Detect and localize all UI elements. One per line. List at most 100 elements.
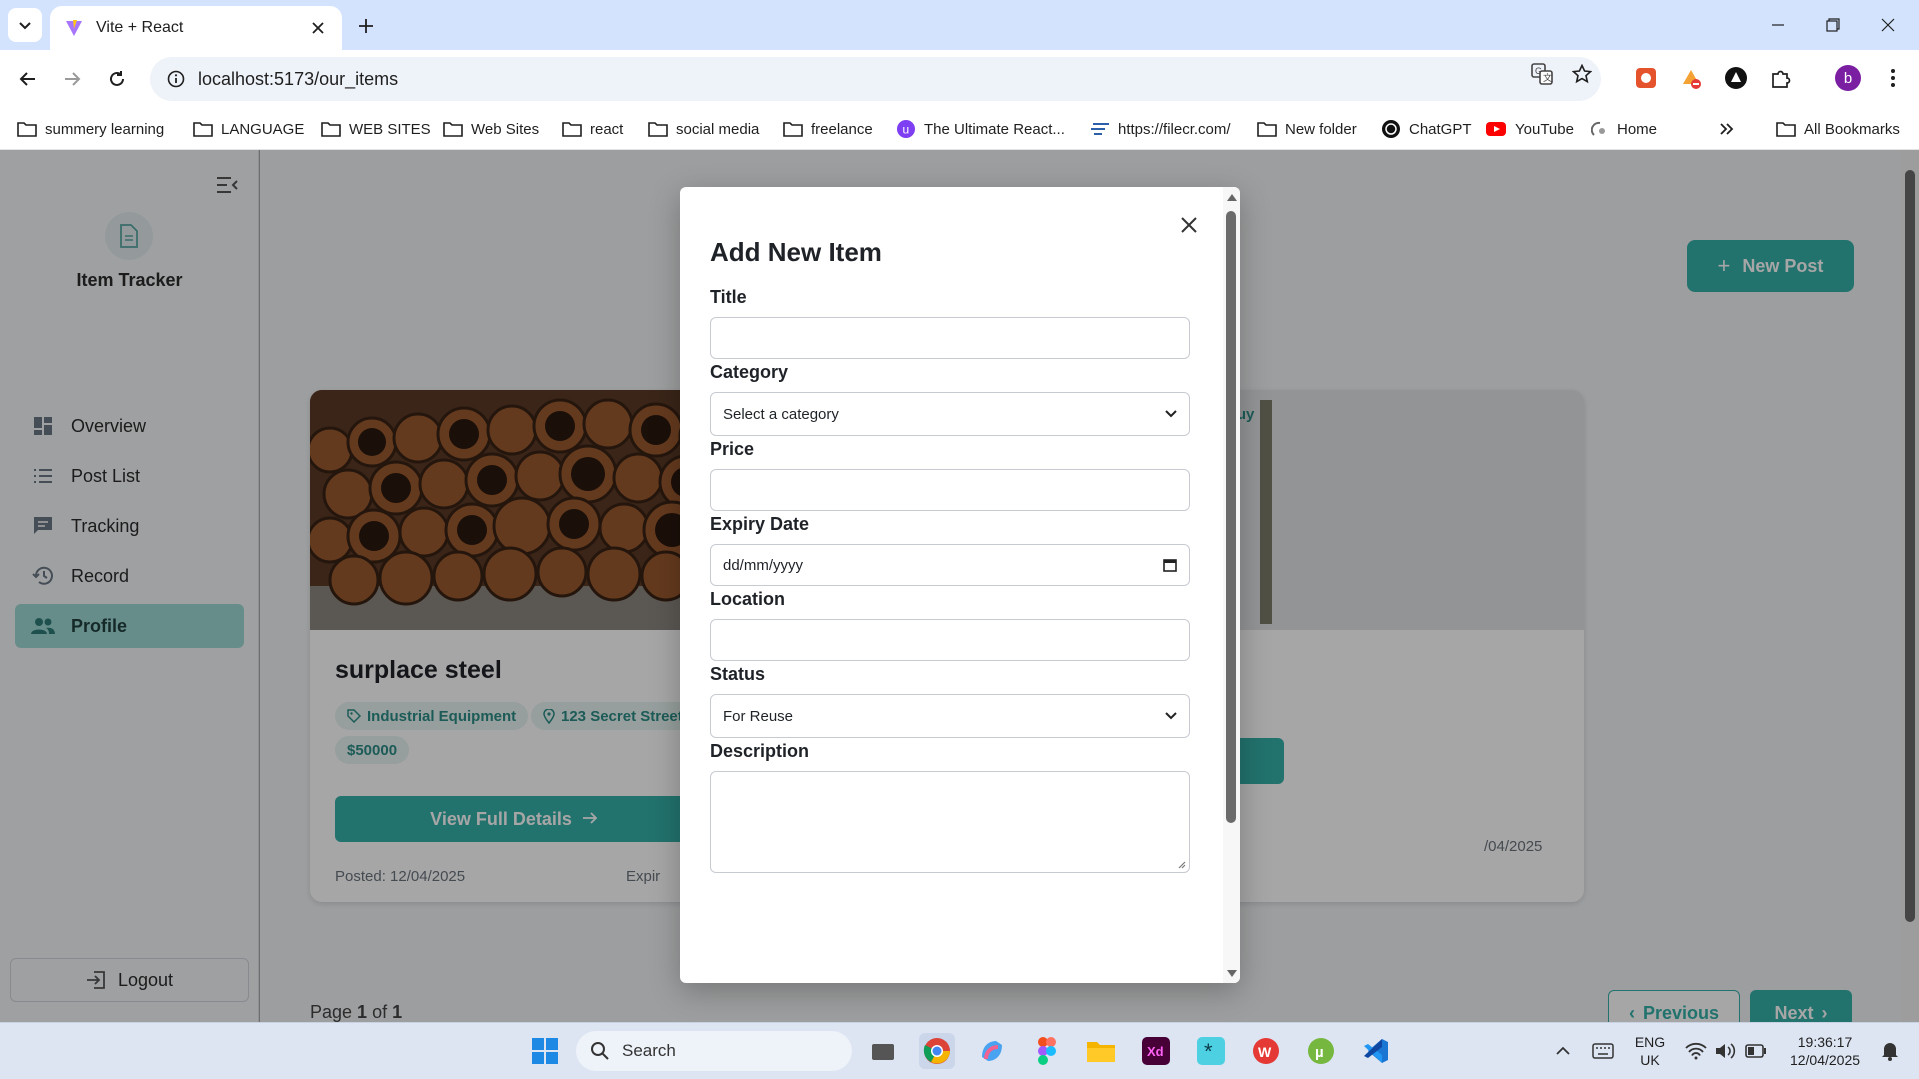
svg-text:文: 文 (1543, 72, 1552, 83)
expiry-date-input[interactable]: dd/mm/yyyy (710, 544, 1190, 586)
adobe-xd-icon[interactable]: Xd (1138, 1033, 1174, 1069)
browser-menu-icon[interactable] (1878, 63, 1908, 93)
address-bar[interactable]: localhost:5173/our_items (150, 57, 1601, 101)
url-text: localhost:5173/our_items (198, 68, 399, 89)
notification-bell-icon[interactable] (1872, 1033, 1908, 1069)
start-windows-icon[interactable] (527, 1033, 563, 1069)
bookmark-folder[interactable]: WEB SITES (321, 116, 431, 142)
bookmark-folder[interactable]: New folder (1257, 116, 1357, 142)
tray-chevron-up-icon[interactable] (1545, 1033, 1581, 1069)
keyboard-icon[interactable] (1585, 1033, 1621, 1069)
chrome-taskbar-icon[interactable] (919, 1033, 955, 1069)
extension-blocker-icon[interactable] (1676, 63, 1706, 93)
language-indicator[interactable]: ENG UK (1628, 1033, 1672, 1069)
tab-search-button[interactable] (8, 8, 42, 42)
modal-scrollbar[interactable] (1223, 187, 1240, 983)
more-bookmarks-button[interactable] (1719, 116, 1743, 142)
folder-icon (1257, 122, 1277, 137)
status-label: Status (710, 664, 766, 684)
app-asterisk-icon[interactable]: * (1193, 1033, 1229, 1069)
bookmark-folder[interactable]: Web Sites (443, 116, 539, 142)
folder-icon (648, 122, 668, 137)
chatgpt-icon (1382, 120, 1400, 138)
folder-icon (443, 122, 463, 137)
scroll-down-arrow-icon[interactable] (1226, 968, 1237, 979)
reload-button[interactable] (101, 63, 133, 95)
calendar-icon (1163, 559, 1177, 572)
modal-close-button[interactable] (1173, 209, 1205, 241)
bookmark-link[interactable]: u The Ultimate React... (896, 116, 1065, 142)
bookmark-folder[interactable]: react (562, 116, 623, 142)
utorrent-icon[interactable]: µ (1303, 1033, 1339, 1069)
vscode-icon[interactable] (1358, 1033, 1394, 1069)
modal-title: Add New Item (710, 237, 882, 267)
folder-icon (321, 122, 341, 137)
copilot-icon[interactable] (974, 1033, 1010, 1069)
browser-tab-bar: Vite + React (0, 0, 1919, 50)
search-icon (591, 1042, 609, 1060)
status-select[interactable]: For Reuse (710, 694, 1190, 738)
resize-grip-icon (1178, 861, 1186, 869)
bookmark-link[interactable]: ChatGPT (1381, 116, 1472, 142)
bookmark-link[interactable]: https://filecr.com/ (1090, 116, 1231, 142)
bookmark-star-icon[interactable] (1568, 60, 1596, 88)
restore-button[interactable] (1818, 12, 1848, 38)
bookmark-folder[interactable]: summery learning (17, 116, 164, 142)
close-window-button[interactable] (1873, 12, 1903, 38)
close-tab-icon[interactable] (308, 18, 328, 38)
chevron-down-icon (1165, 410, 1177, 418)
bookmark-folder[interactable]: LANGUAGE (193, 116, 304, 142)
browser-tab[interactable]: Vite + React (50, 6, 342, 50)
battery-icon[interactable] (1738, 1033, 1774, 1069)
description-textarea[interactable] (710, 771, 1190, 873)
site-info-icon[interactable] (164, 67, 188, 91)
extension-red-icon[interactable] (1631, 63, 1661, 93)
svg-text:µ: µ (1315, 1044, 1324, 1061)
forward-button[interactable] (56, 63, 88, 95)
folder-icon (783, 122, 803, 137)
title-input[interactable] (710, 317, 1190, 359)
tab-title: Vite + React (96, 19, 184, 36)
bookmark-site-icon: u (897, 120, 915, 138)
folder-icon (193, 122, 213, 137)
arrow-right-icon (65, 72, 81, 86)
modal-scrollbar-thumb[interactable] (1226, 211, 1236, 823)
new-tab-button[interactable] (352, 12, 380, 40)
double-chevron-right-icon (1720, 123, 1734, 135)
youtube-icon (1486, 122, 1506, 136)
translate-icon[interactable]: G文 (1528, 60, 1556, 88)
scroll-up-arrow-icon[interactable] (1226, 191, 1237, 202)
file-explorer-icon[interactable] (1083, 1033, 1119, 1069)
windows-taskbar: Search Xd * W µ ENG UK 19:36:17 12/04/20… (0, 1022, 1919, 1079)
back-button[interactable] (12, 63, 44, 95)
bookmark-link[interactable]: Home (1591, 116, 1657, 142)
svg-text:W: W (1258, 1044, 1272, 1060)
browser-toolbar: localhost:5173/our_items G文 b (0, 50, 1919, 108)
arrow-left-icon (19, 72, 35, 86)
price-input[interactable] (710, 469, 1190, 511)
folder-icon (17, 122, 37, 137)
filecr-icon (1091, 123, 1109, 135)
chevron-down-icon (1165, 712, 1177, 720)
category-select[interactable]: Select a category (710, 392, 1190, 436)
location-input[interactable] (710, 619, 1190, 661)
minimize-button[interactable] (1763, 12, 1793, 38)
bookmark-link[interactable]: YouTube (1485, 116, 1574, 142)
figma-icon[interactable] (1029, 1033, 1065, 1069)
description-label: Description (710, 741, 810, 761)
profile-avatar[interactable]: b (1833, 63, 1863, 93)
bookmark-folder[interactable]: freelance (783, 116, 873, 142)
extensions-puzzle-icon[interactable] (1766, 63, 1796, 93)
taskbar-search[interactable]: Search (576, 1031, 852, 1071)
reload-icon (110, 71, 124, 86)
extension-dark-icon[interactable] (1721, 63, 1751, 93)
close-icon (1181, 217, 1197, 233)
wps-office-icon[interactable]: W (1248, 1033, 1284, 1069)
folder-icon (1776, 122, 1796, 137)
bookmark-folder[interactable]: social media (648, 116, 759, 142)
restore-icon (1826, 18, 1840, 32)
clock[interactable]: 19:36:17 12/04/2025 (1780, 1033, 1870, 1069)
all-bookmarks[interactable]: All Bookmarks (1776, 116, 1900, 142)
svg-text:u: u (903, 123, 910, 137)
task-view-icon[interactable] (865, 1033, 901, 1069)
